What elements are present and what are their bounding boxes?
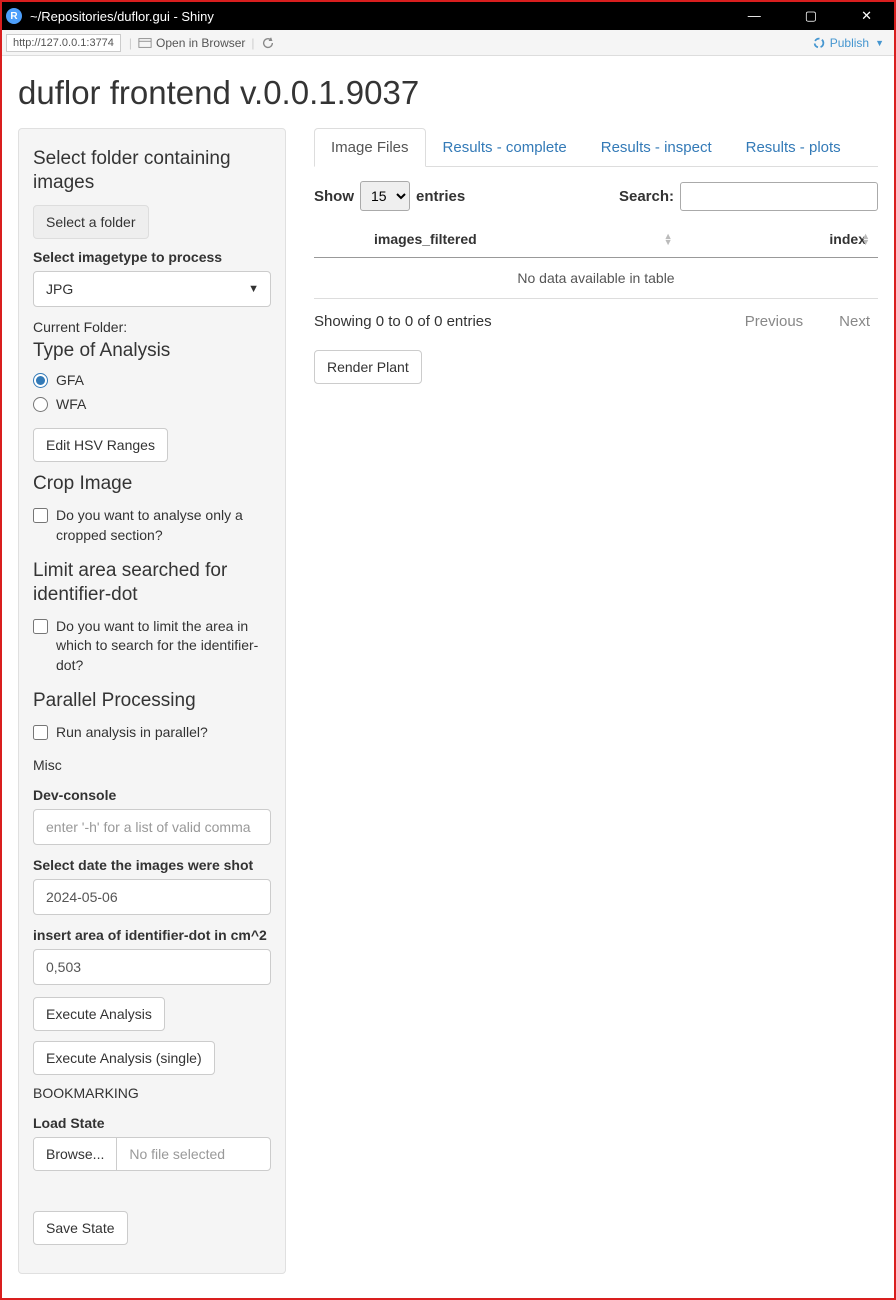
misc-label: Misc xyxy=(33,757,271,773)
analysis-heading: Type of Analysis xyxy=(33,339,271,363)
previous-button[interactable]: Previous xyxy=(737,309,811,334)
area-label: insert area of identifier-dot in cm^2 xyxy=(33,927,271,943)
sort-icon: ▲▼ xyxy=(664,233,673,245)
radio-wfa-input[interactable] xyxy=(33,397,48,412)
area-input[interactable] xyxy=(33,949,271,985)
publish-button[interactable]: Publish ▼ xyxy=(806,34,890,52)
save-state-button[interactable]: Save State xyxy=(33,1211,128,1245)
edit-hsv-button[interactable]: Edit HSV Ranges xyxy=(33,428,168,462)
date-label: Select date the images were shot xyxy=(33,857,271,873)
show-label: Show xyxy=(314,188,354,205)
parallel-checkbox-label: Run analysis in parallel? xyxy=(56,723,271,743)
crop-checkbox-label: Do you want to analyse only a cropped se… xyxy=(56,506,271,545)
column-header-images[interactable]: images_filtered ▲▼ xyxy=(314,221,681,258)
radio-gfa[interactable]: GFA xyxy=(33,372,271,388)
bookmarking-label: BOOKMARKING xyxy=(33,1085,271,1101)
next-button[interactable]: Next xyxy=(831,309,878,334)
browse-button[interactable]: Browse... xyxy=(34,1138,117,1170)
entries-label: entries xyxy=(416,188,465,205)
limit-checkbox[interactable]: Do you want to limit the area in which t… xyxy=(33,617,271,676)
table-empty-row: No data available in table xyxy=(314,258,878,299)
minimize-button[interactable]: — xyxy=(738,4,771,28)
limit-checkbox-label: Do you want to limit the area in which t… xyxy=(56,617,271,676)
tab-results-inspect[interactable]: Results - inspect xyxy=(584,128,729,167)
refresh-button[interactable] xyxy=(255,34,281,52)
window-title: ~/Repositories/duflor.gui - Shiny xyxy=(30,9,738,24)
devconsole-label: Dev-console xyxy=(33,787,271,803)
open-in-browser-button[interactable]: Open in Browser xyxy=(132,34,251,52)
imagetype-label: Select imagetype to process xyxy=(33,249,271,265)
parallel-checkbox[interactable]: Run analysis in parallel? xyxy=(33,723,271,743)
tab-results-complete[interactable]: Results - complete xyxy=(426,128,584,167)
sidebar: Select folder containing images Select a… xyxy=(18,128,286,1274)
file-status-label: No file selected xyxy=(117,1138,270,1170)
page-title: duflor frontend v.0.0.1.9037 xyxy=(18,74,878,112)
url-field[interactable]: http://127.0.0.1:3774 xyxy=(6,34,121,52)
radio-wfa[interactable]: WFA xyxy=(33,396,271,412)
limit-heading: Limit area searched for identifier-dot xyxy=(33,559,271,607)
browser-icon xyxy=(138,36,152,50)
refresh-icon xyxy=(261,36,275,50)
crop-heading: Crop Image xyxy=(33,472,271,496)
load-state-label: Load State xyxy=(33,1115,271,1131)
tab-image-files[interactable]: Image Files xyxy=(314,128,426,167)
chevron-down-icon: ▼ xyxy=(875,38,884,48)
toolbar: http://127.0.0.1:3774 | Open in Browser … xyxy=(2,30,894,56)
imagetype-select[interactable]: JPG xyxy=(33,271,271,307)
devconsole-input[interactable] xyxy=(33,809,271,845)
publish-icon xyxy=(812,36,826,50)
search-label: Search: xyxy=(619,188,674,205)
table-info: Showing 0 to 0 of 0 entries xyxy=(314,313,492,330)
titlebar: R ~/Repositories/duflor.gui - Shiny — ▢ … xyxy=(2,2,894,30)
main-panel: Image Files Results - complete Results -… xyxy=(314,128,878,1274)
parallel-heading: Parallel Processing xyxy=(33,689,271,713)
close-button[interactable]: ✕ xyxy=(851,4,882,28)
column-header-index[interactable]: index ▲▼ xyxy=(681,221,878,258)
limit-checkbox-input[interactable] xyxy=(33,619,48,634)
execute-analysis-button[interactable]: Execute Analysis xyxy=(33,997,165,1031)
data-table: images_filtered ▲▼ index ▲▼ No data avai… xyxy=(314,221,878,299)
execute-analysis-single-button[interactable]: Execute Analysis (single) xyxy=(33,1041,215,1075)
render-plant-button[interactable]: Render Plant xyxy=(314,350,422,384)
crop-checkbox[interactable]: Do you want to analyse only a cropped se… xyxy=(33,506,271,545)
maximize-button[interactable]: ▢ xyxy=(795,4,827,28)
crop-checkbox-input[interactable] xyxy=(33,508,48,523)
radio-gfa-input[interactable] xyxy=(33,373,48,388)
search-input[interactable] xyxy=(680,182,878,211)
tab-results-plots[interactable]: Results - plots xyxy=(729,128,858,167)
entries-select[interactable]: 15 xyxy=(360,181,410,211)
tabs: Image Files Results - complete Results -… xyxy=(314,128,878,167)
empty-message: No data available in table xyxy=(314,258,878,299)
select-folder-button[interactable]: Select a folder xyxy=(33,205,149,239)
folder-heading: Select folder containing images xyxy=(33,147,271,195)
radio-wfa-label: WFA xyxy=(56,396,86,412)
parallel-checkbox-input[interactable] xyxy=(33,725,48,740)
date-input[interactable] xyxy=(33,879,271,915)
radio-gfa-label: GFA xyxy=(56,372,84,388)
app-icon: R xyxy=(6,8,22,24)
current-folder-label: Current Folder: xyxy=(33,319,271,335)
sort-icon: ▲▼ xyxy=(861,233,870,245)
